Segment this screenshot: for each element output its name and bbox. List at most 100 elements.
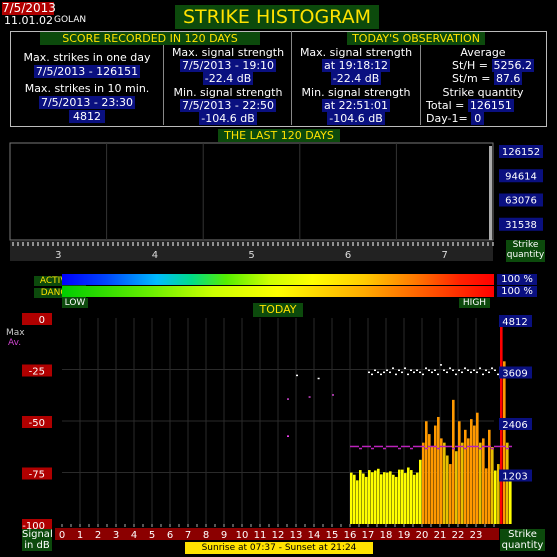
today-quantity-bar xyxy=(470,419,473,524)
today-x-tick: 20 xyxy=(416,530,429,541)
today-average-marker xyxy=(389,445,392,448)
signal-db-label-2: in dB xyxy=(24,540,50,551)
today-average-marker xyxy=(437,447,440,450)
today-average-marker xyxy=(452,447,455,450)
today-early-marker xyxy=(332,394,334,396)
today-average-marker xyxy=(362,445,365,448)
today-right-tick: 4812 xyxy=(502,317,527,328)
today-average-marker xyxy=(449,445,452,448)
today-quantity-bar xyxy=(482,438,485,524)
today-x-tick: 14 xyxy=(308,530,321,541)
today-max-marker xyxy=(401,371,403,374)
today-quantity-bar xyxy=(494,470,497,524)
today-average-marker xyxy=(488,445,491,448)
today-quantity-bar xyxy=(407,467,410,524)
today-average-marker xyxy=(383,447,386,450)
today-average-marker xyxy=(392,445,395,448)
today-max-marker xyxy=(368,371,370,374)
today-average-marker xyxy=(479,447,482,450)
today-max-marker xyxy=(440,364,442,366)
today-max-marker xyxy=(491,367,493,369)
today-x-tick: 17 xyxy=(362,530,375,541)
today-x-tick: 6 xyxy=(167,530,173,541)
today-average-marker xyxy=(482,445,485,448)
today-average-marker xyxy=(395,445,398,448)
today-x-tick: 0 xyxy=(59,530,65,541)
today-max-marker xyxy=(437,373,439,376)
today-average-marker xyxy=(401,445,404,448)
today-quantity-bar xyxy=(416,472,419,524)
today-x-tick: 22 xyxy=(452,530,465,541)
today-quantity-bar xyxy=(425,421,428,524)
today-max-marker xyxy=(485,369,487,371)
today-quantity-bar xyxy=(458,421,461,524)
today-early-marker xyxy=(308,396,311,398)
today-quantity-bar xyxy=(413,474,416,524)
today-quantity-bar xyxy=(449,464,452,524)
today-quantity-bar xyxy=(437,416,440,524)
today-quantity-bar xyxy=(506,442,509,524)
today-x-tick: 18 xyxy=(380,530,393,541)
today-quantity-bar xyxy=(362,473,365,524)
today-quantity-bar xyxy=(392,474,395,524)
today-max-marker xyxy=(434,369,436,371)
today-max-marker xyxy=(458,369,460,371)
today-average-marker xyxy=(494,445,497,448)
today-max-marker xyxy=(497,373,499,376)
today-quantity-bar xyxy=(350,472,353,524)
today-max-marker xyxy=(395,373,397,376)
today-max-marker xyxy=(449,367,451,369)
today-max-marker xyxy=(455,373,457,376)
today-average-marker xyxy=(350,445,353,448)
today-x-tick: 3 xyxy=(113,530,119,541)
today-quantity-bar xyxy=(368,470,371,524)
today-max-marker xyxy=(467,369,469,371)
today-max-marker xyxy=(443,369,445,371)
today-quantity-bar xyxy=(428,434,431,524)
today-quantity-bar xyxy=(503,361,506,524)
today-quantity-bar xyxy=(419,459,422,524)
today-left-tick: -25 xyxy=(29,367,45,378)
today-average-marker xyxy=(491,447,494,450)
today-average-marker xyxy=(464,447,467,450)
today-average-marker xyxy=(374,445,377,448)
today-quantity-bar xyxy=(395,476,398,524)
today-average-marker xyxy=(419,445,422,448)
today-quantity-bar xyxy=(377,468,380,524)
today-quantity-bar xyxy=(434,425,437,524)
today-max-marker xyxy=(425,367,427,369)
today-max-marker xyxy=(389,371,391,374)
today-quantity-bar xyxy=(455,451,458,524)
today-quantity-bar xyxy=(371,472,374,524)
today-average-marker xyxy=(365,445,368,448)
today-quantity-bar xyxy=(431,446,434,524)
today-max-marker xyxy=(464,367,466,369)
today-average-marker xyxy=(407,445,410,448)
today-average-marker xyxy=(413,445,416,448)
today-max-marker xyxy=(383,371,385,374)
today-average-marker xyxy=(371,447,374,450)
today-average-marker xyxy=(410,447,413,450)
today-average-marker xyxy=(458,445,461,448)
today-average-marker xyxy=(503,445,506,448)
today-quantity-bar xyxy=(443,442,446,524)
today-average-marker xyxy=(497,445,500,448)
today-max-marker xyxy=(428,369,430,371)
today-average-marker xyxy=(467,445,470,448)
today-average-marker xyxy=(440,445,443,448)
today-x-tick: 15 xyxy=(326,530,339,541)
today-max-marker xyxy=(377,371,379,374)
today-right-tick: 2406 xyxy=(502,420,527,431)
today-max-marker xyxy=(452,369,454,371)
today-average-marker xyxy=(353,445,356,448)
today-max-marker xyxy=(410,369,412,371)
sun-times: Sunrise at 07:37 - Sunset at 21:24 xyxy=(185,542,373,554)
today-max-marker xyxy=(380,373,382,376)
today-max-marker xyxy=(473,369,475,371)
today-max-marker xyxy=(374,369,376,371)
today-max-marker xyxy=(431,371,433,374)
today-x-tick: 8 xyxy=(203,530,209,541)
today-average-marker xyxy=(380,445,383,448)
today-quantity-bar xyxy=(359,470,362,524)
today-x-tick: 4 xyxy=(131,530,137,541)
